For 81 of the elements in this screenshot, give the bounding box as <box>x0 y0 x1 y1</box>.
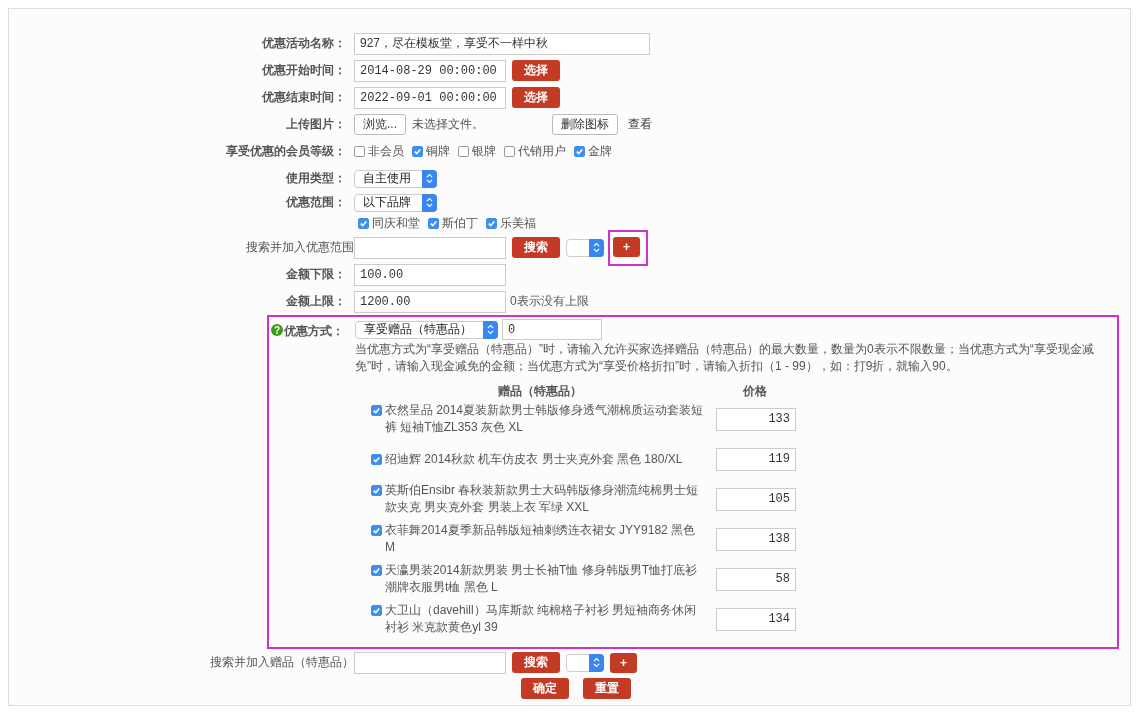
name-input[interactable]: 927，尽在模板堂，享受不一样中秋 <box>354 32 650 55</box>
price-input[interactable]: 134 <box>716 607 796 631</box>
field-label: 搜索并加入赠品（特惠品） <box>209 654 354 671</box>
search-button[interactable]: 搜索 <box>512 237 560 258</box>
field-label: 优惠结束时间： <box>260 89 347 106</box>
min-amount-input[interactable]: 100.00 <box>354 263 506 286</box>
search-input[interactable] <box>354 236 506 259</box>
field-label: 优惠开始时间： <box>260 62 347 79</box>
start-time-input[interactable]: 2014-08-29 00:00:00 <box>354 59 506 82</box>
field-label: 优惠活动名称： <box>260 35 347 52</box>
checkbox[interactable] <box>458 146 469 157</box>
checkbox[interactable] <box>371 525 382 536</box>
select-button[interactable]: 选择 <box>512 60 560 81</box>
help-icon[interactable]: ? <box>271 324 283 336</box>
field-label: 金额下限： <box>285 266 347 283</box>
hint-text: 0表示没有上限 <box>510 293 589 310</box>
gift-name: 英斯伯Ensibr 春秋装新款男士大码韩版修身潮流纯棉男士短款夹克 男夹克外套 男装上衣 军绿 XXL <box>385 482 700 516</box>
checkbox-label: 银牌 <box>472 143 496 160</box>
add-button[interactable]: + <box>610 652 637 673</box>
gift-name: 衣菲舞2014夏季新品韩版短袖刺绣连衣裙女 JYY9182 黑色 M <box>385 522 697 556</box>
price-input[interactable]: 119 <box>716 447 796 471</box>
search-input[interactable] <box>354 651 506 674</box>
checkbox-label: 铜牌 <box>426 143 450 160</box>
end-time-input[interactable]: 2022-09-01 00:00:00 <box>354 86 506 109</box>
price-input[interactable]: 138 <box>716 527 796 551</box>
scope-select[interactable]: 以下品牌 <box>354 193 437 212</box>
use-type-select[interactable]: 自主使用 <box>354 169 437 188</box>
result-select[interactable] <box>566 653 604 672</box>
column-header: 价格 <box>742 382 768 400</box>
browse-button[interactable]: 浏览... <box>354 114 406 135</box>
add-button[interactable]: + <box>613 236 640 257</box>
price-input[interactable]: 105 <box>716 487 796 511</box>
checkbox[interactable] <box>504 146 515 157</box>
updown-icon <box>593 242 600 253</box>
checkbox[interactable] <box>371 565 382 576</box>
note-text: 当优惠方式为“享受赠品（特惠品）”时，请输入允许买家选择赠品（特惠品）的最大数量，数量为0表示不限数量；当优惠方式为“享受现金减免”时，请输入现金减免的金额；当优惠方式为“享受价格折扣”时，请输入折扣（1 - 99），如：打9折，就输入90。 <box>355 341 1095 375</box>
checkbox[interactable] <box>574 146 585 157</box>
updown-icon <box>426 197 433 208</box>
updown-icon <box>426 173 433 184</box>
checkbox[interactable] <box>371 405 382 416</box>
view-link[interactable]: 查看 <box>628 116 652 133</box>
reset-button[interactable]: 重置 <box>583 678 631 699</box>
checkbox[interactable] <box>371 485 382 496</box>
checkbox[interactable] <box>354 146 365 157</box>
field-label: 搜索并加入优惠范围 <box>245 239 354 256</box>
mode-select[interactable]: 享受赠品（特惠品） <box>355 320 498 339</box>
checkbox-label: 乐美福 <box>500 215 536 232</box>
gift-name: 天瀛男装2014新款男装 男士长袖T恤 修身韩版男T恤打底衫潮牌衣服男t桖 黑色 L <box>385 562 699 596</box>
field-label: 使用类型： <box>285 170 347 187</box>
price-input[interactable]: 58 <box>716 567 796 591</box>
delete-icon-button[interactable]: 删除图标 <box>552 114 618 135</box>
checkbox-label: 代销用户 <box>518 143 566 160</box>
checkbox[interactable] <box>428 218 439 229</box>
checkbox[interactable] <box>486 218 497 229</box>
column-header: 赠品（特惠品） <box>497 382 583 400</box>
gift-name: 大卫山（davehill）马库斯款 纯棉格子衬衫 男短袖商务休闲衬衫 米克款黄色yl 39 <box>385 602 698 636</box>
checkbox[interactable] <box>371 605 382 616</box>
field-label: 享受优惠的会员等级： <box>225 143 347 160</box>
checkbox-label: 金牌 <box>588 143 612 160</box>
updown-icon <box>593 657 600 668</box>
field-label: 优惠范围： <box>284 194 347 211</box>
field-label: 金额上限： <box>285 293 347 310</box>
confirm-button[interactable]: 确定 <box>521 678 569 699</box>
search-button[interactable]: 搜索 <box>512 652 560 673</box>
checkbox-label: 斯伯丁 <box>442 215 478 232</box>
gift-name: 绍迪辉 2014秋款 机车仿皮衣 男士夹克外套 黑色 180/XL <box>385 450 683 468</box>
price-input[interactable]: 133 <box>716 407 796 431</box>
result-select[interactable] <box>566 238 604 257</box>
select-button[interactable]: 选择 <box>512 87 560 108</box>
updown-icon <box>487 324 494 335</box>
field-label: 优惠方式： <box>284 323 344 340</box>
checkbox-label: 非会员 <box>368 143 404 160</box>
checkbox[interactable] <box>371 453 382 465</box>
quantity-input[interactable]: 0 <box>502 319 602 340</box>
checkbox[interactable] <box>358 218 369 229</box>
file-status: 未选择文件。 <box>412 116 484 133</box>
checkbox[interactable] <box>412 146 423 157</box>
gift-name: 衣然呈品 2014夏装新款男士韩版修身透气潮棉质运动套装短裤 短袖T恤ZL353 灰色 XL <box>385 402 705 436</box>
max-amount-input[interactable]: 1200.00 <box>354 290 506 313</box>
field-label: 上传图片： <box>285 116 347 133</box>
checkbox-label: 同庆和堂 <box>372 215 420 232</box>
